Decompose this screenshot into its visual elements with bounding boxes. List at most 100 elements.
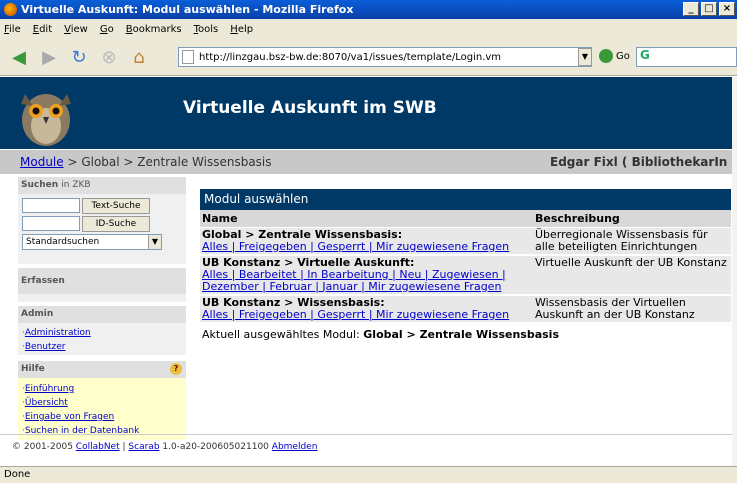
navigation-toolbar: ◀ ▶ ↻ ⊗ ⌂ http://linzgau.bsz-bw.de:8070/…: [0, 39, 737, 76]
go-button[interactable]: Go: [599, 49, 630, 63]
module-filter-links[interactable]: Alles | Freigegeben | Gesperrt | Mir zug…: [202, 240, 531, 253]
table-row: Global > Zentrale Wissensbasis: Alles | …: [200, 227, 731, 256]
forward-button[interactable]: ▶: [34, 43, 64, 71]
collabnet-link[interactable]: CollabNet: [76, 442, 120, 452]
name-column-header: Name: [200, 210, 533, 228]
copyright: © 2001-2005: [12, 442, 73, 452]
menu-help[interactable]: Help: [230, 24, 253, 35]
breadcrumb-path: > Global > Zentrale Wissensbasis: [63, 155, 272, 169]
stop-icon: ⊗: [101, 46, 117, 68]
modules-table: Name Beschreibung Global > Zentrale Wiss…: [200, 210, 731, 324]
address-dropdown-button[interactable]: ▼: [578, 48, 592, 66]
search-type-value: Standardsuchen: [26, 237, 100, 247]
go-label: Go: [616, 50, 630, 62]
maximize-button[interactable]: □: [701, 2, 717, 16]
module-name-cell: Global > Zentrale Wissensbasis: Alles | …: [200, 227, 533, 256]
help-section-title: Hilfe: [21, 364, 45, 374]
status-bar: Done: [0, 466, 737, 483]
current-module-line: Aktuell ausgewähltes Modul: Global > Zen…: [200, 324, 731, 345]
close-button[interactable]: ×: [719, 2, 735, 16]
back-button[interactable]: ◀: [4, 43, 34, 71]
module-name: Global > Zentrale Wissensbasis:: [202, 227, 403, 241]
search-section-scope: in ZKB: [61, 180, 91, 190]
help-section: ·Einführung ·Übersicht ·Eingabe von Frag…: [18, 378, 186, 440]
id-search-input[interactable]: [22, 216, 80, 231]
back-arrow-icon: ◀: [12, 46, 26, 68]
window-titlebar: Virtuelle Auskunft: Modul auswählen - Mo…: [0, 0, 737, 19]
banner-title: Virtuelle Auskunft im SWB: [183, 98, 437, 118]
table-row: UB Konstanz > Virtuelle Auskunft: Alles …: [200, 254, 731, 296]
search-engine-icon: G: [640, 48, 650, 62]
forward-arrow-icon: ▶: [42, 46, 56, 68]
module-filter-links[interactable]: Alles | Freigegeben | Gesperrt | Mir zug…: [202, 308, 531, 321]
search-bar[interactable]: G: [636, 47, 737, 67]
search-type-select[interactable]: Standardsuchen ▼: [22, 234, 162, 250]
module-description: Überregionale Wissensbasis für alle bete…: [533, 227, 731, 256]
text-search-button[interactable]: Text-Suche: [82, 198, 150, 214]
reload-icon: ↻: [71, 46, 87, 68]
menu-tools[interactable]: Tools: [194, 24, 219, 35]
footer-divider: [0, 434, 737, 435]
go-icon: [599, 49, 613, 63]
menu-bar: File Edit View Go Bookmarks Tools Help: [0, 19, 737, 39]
menu-file[interactable]: File: [4, 24, 21, 35]
home-button[interactable]: ⌂: [124, 43, 154, 71]
page-edge: [732, 77, 737, 466]
module-name: UB Konstanz > Virtuelle Auskunft:: [202, 255, 415, 269]
id-search-button[interactable]: ID-Suche: [82, 216, 150, 232]
reload-button[interactable]: ↻: [64, 43, 94, 71]
help-entering-questions-link[interactable]: Eingabe von Fragen: [25, 412, 114, 422]
users-link[interactable]: Benutzer: [25, 342, 66, 352]
firefox-icon: [4, 3, 17, 16]
chevron-down-icon: ▼: [148, 235, 161, 249]
module-description: Wissensbasis der Virtuellen Auskunft an …: [533, 294, 731, 324]
search-section-title: Suchen: [21, 180, 59, 190]
footer-separator: |: [122, 442, 126, 452]
capture-section-title: Erfassen: [21, 276, 65, 286]
search-section-header: Suchen in ZKB: [18, 177, 186, 194]
menu-edit[interactable]: Edit: [33, 24, 52, 35]
version: 1.0-a20-200605021100: [162, 442, 269, 452]
table-row: UB Konstanz > Wissensbasis: Alles | Frei…: [200, 294, 731, 324]
table-header-row: Name Beschreibung: [200, 210, 731, 228]
administration-link[interactable]: Administration: [25, 328, 91, 338]
help-overview-link[interactable]: Übersicht: [25, 398, 68, 408]
search-section: Text-Suche ID-Suche Standardsuchen ▼: [18, 194, 186, 264]
menu-bookmarks[interactable]: Bookmarks: [126, 24, 182, 35]
breadcrumb-modules-link[interactable]: Module: [20, 155, 64, 169]
logout-link[interactable]: Abmelden: [272, 442, 318, 452]
current-user: Edgar Fixl ( BibliothekarIn ): [550, 155, 737, 169]
module-select-panel: Modul auswählen Name Beschreibung Global…: [200, 189, 731, 345]
capture-section: [18, 294, 186, 302]
text-search-input[interactable]: [22, 198, 80, 213]
help-icon[interactable]: ?: [170, 363, 182, 375]
module-name-cell: UB Konstanz > Wissensbasis: Alles | Frei…: [200, 294, 533, 324]
sidebar: Suchen in ZKB Text-Suche ID-Suche Standa…: [18, 177, 186, 440]
home-icon: ⌂: [133, 46, 145, 68]
current-module-label: Aktuell ausgewähltes Modul:: [202, 327, 360, 341]
footer: © 2001-2005 CollabNet | Scarab 1.0-a20-2…: [12, 442, 317, 452]
scarab-link[interactable]: Scarab: [128, 442, 159, 452]
capture-section-header: Erfassen: [18, 268, 186, 294]
module-name: UB Konstanz > Wissensbasis:: [202, 295, 385, 309]
help-introduction-link[interactable]: Einführung: [25, 384, 74, 394]
address-url: http://linzgau.bsz-bw.de:8070/va1/issues…: [199, 51, 502, 63]
minimize-button[interactable]: _: [683, 2, 699, 16]
description-column-header: Beschreibung: [533, 210, 731, 228]
panel-title: Modul auswählen: [200, 189, 731, 210]
current-module-name: Global > Zentrale Wissensbasis: [363, 327, 559, 341]
breadcrumb: Module > Global > Zentrale Wissensbasis …: [0, 150, 737, 174]
admin-section: ·Administration ·Benutzer: [18, 323, 186, 355]
menu-go[interactable]: Go: [100, 24, 114, 35]
help-section-header: Hilfe ?: [18, 361, 186, 378]
menu-view[interactable]: View: [64, 24, 88, 35]
module-description: Virtuelle Auskunft der UB Konstanz: [533, 254, 731, 296]
admin-section-title: Admin: [21, 309, 54, 319]
module-filter-links[interactable]: Alles | Bearbeitet | In Bearbeitung | Ne…: [202, 268, 531, 293]
page-icon: [182, 50, 194, 64]
address-bar[interactable]: http://linzgau.bsz-bw.de:8070/va1/issues…: [178, 47, 592, 67]
owl-logo: [21, 94, 71, 146]
window-title: Virtuelle Auskunft: Modul auswählen - Mo…: [21, 3, 354, 16]
stop-button[interactable]: ⊗: [94, 43, 124, 71]
admin-section-header: Admin: [18, 306, 186, 323]
